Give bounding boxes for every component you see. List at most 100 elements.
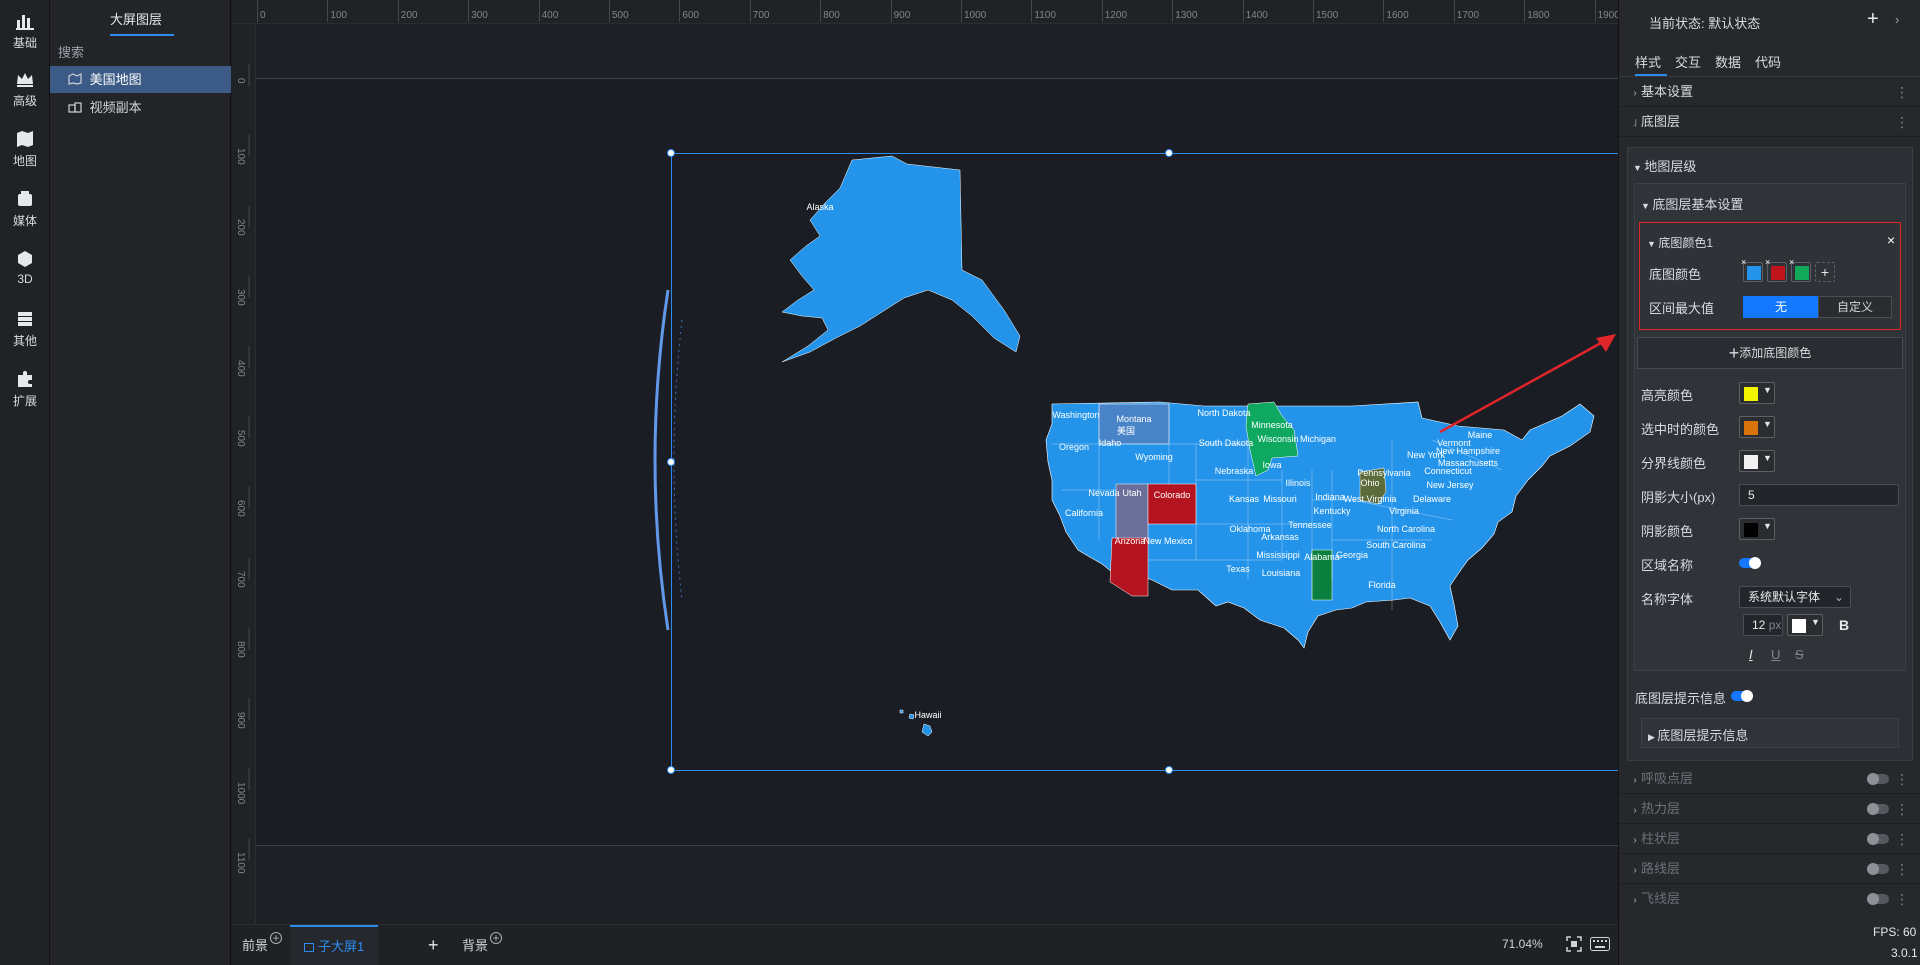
selected-color-label: 选中时的颜色: [1641, 422, 1720, 437]
section-flyline-layer[interactable]: › 飞线层 ⋮: [1619, 884, 1920, 914]
caret-down-icon: ▼: [1763, 521, 1772, 531]
selection-frame[interactable]: [667, 149, 1618, 774]
keyboard-icon[interactable]: [1590, 937, 1610, 951]
zoom-level[interactable]: 71.04%: [1502, 937, 1543, 951]
section-map-level[interactable]: ▼ 地图层级: [1633, 156, 1696, 175]
tool-label: 其他: [12, 334, 37, 348]
remove-icon[interactable]: ×: [1765, 257, 1770, 267]
layer-toggle[interactable]: [1867, 803, 1889, 815]
tool-advanced[interactable]: 高级: [0, 58, 50, 116]
resize-handle-w[interactable]: [667, 458, 675, 466]
more-vertical-icon[interactable]: ⋮: [1895, 884, 1909, 914]
section-base-basic[interactable]: ▼ 底图层基本设置: [1641, 194, 1743, 213]
section-heat-layer[interactable]: › 热力层 ⋮: [1619, 794, 1920, 824]
layer-item-us-map[interactable]: 美国地图: [50, 66, 231, 93]
ruler-tick-label: 300: [235, 289, 246, 306]
canvas-area[interactable]: 0 100 200 300 400 500 600 700 800 900 1000 1100 1200…: [232, 0, 1618, 924]
ruler-tick-label: 700: [749, 0, 770, 22]
remove-icon[interactable]: ×: [1789, 257, 1794, 267]
map-layer-icon: [68, 67, 82, 85]
tab-foreground[interactable]: 前景: [242, 925, 268, 965]
highlight-color-label: 高亮颜色: [1641, 388, 1694, 403]
font-family-select[interactable]: 系统默认字体 ⌄: [1739, 586, 1851, 608]
section-route-layer[interactable]: › 路线层 ⋮: [1619, 854, 1920, 884]
base-color-swatch-1[interactable]: ×: [1741, 257, 1763, 282]
add-base-color-button[interactable]: +添加底图颜色: [1637, 337, 1903, 369]
range-custom-option[interactable]: 自定义: [1818, 296, 1892, 318]
layer-item-label: 美国地图: [89, 72, 142, 87]
chevron-right-icon: ›: [1633, 835, 1637, 846]
shadow-size-input[interactable]: 5: [1739, 484, 1899, 506]
resize-handle-sw[interactable]: [667, 766, 675, 774]
strikethrough-button[interactable]: S: [1795, 647, 1804, 662]
screen-tab-icon: [304, 943, 314, 952]
tool-extend[interactable]: 扩展: [0, 358, 50, 416]
underline-button[interactable]: U: [1771, 647, 1780, 662]
section-base-color1[interactable]: ▼ 底图颜色1: [1647, 234, 1713, 251]
tool-other[interactable]: 其他: [0, 298, 50, 356]
section-column-layer[interactable]: › 柱状层 ⋮: [1619, 824, 1920, 854]
section-breath-point-layer[interactable]: › 呼吸点层 ⋮: [1619, 764, 1920, 794]
section-tooltip-info[interactable]: ▶ 底图层提示信息: [1641, 718, 1899, 748]
chevron-down-icon: ⌄: [1833, 590, 1844, 604]
chevron-right-icon[interactable]: ›: [1895, 12, 1899, 27]
region-name-toggle[interactable]: [1739, 557, 1761, 569]
italic-button[interactable]: I: [1749, 647, 1753, 662]
tool-3d[interactable]: 3D: [0, 238, 50, 296]
layer-toggle[interactable]: [1867, 773, 1889, 785]
tool-label: 扩展: [12, 394, 37, 408]
media-icon: [15, 190, 35, 208]
layer-toggle[interactable]: [1867, 863, 1889, 875]
remove-icon[interactable]: ×: [1741, 257, 1746, 267]
more-vertical-icon[interactable]: ⋮: [1895, 77, 1909, 107]
border-color-picker[interactable]: ▼: [1739, 450, 1775, 472]
layer-item-video-copy[interactable]: 视频副本: [50, 94, 231, 121]
ruler-tick-label: 800: [235, 641, 246, 658]
close-icon[interactable]: ×: [1887, 232, 1895, 248]
swatch-fill: [1795, 266, 1809, 280]
section-base-layer[interactable]: ˩ 底图层 ⋮: [1619, 107, 1920, 137]
current-state-label[interactable]: 当前状态: 默认状态: [1649, 13, 1760, 32]
add-screen-button[interactable]: +: [428, 925, 439, 965]
layer-toggle[interactable]: [1867, 833, 1889, 845]
range-none-option[interactable]: 无: [1743, 296, 1819, 318]
layer-panel-title[interactable]: 大屏图层: [110, 9, 162, 28]
add-background-icon[interactable]: +: [490, 932, 502, 944]
tab-interaction[interactable]: 交互: [1675, 52, 1701, 71]
tool-basic[interactable]: 基础: [0, 0, 50, 58]
tool-map[interactable]: 地图: [0, 118, 50, 176]
more-vertical-icon[interactable]: ⋮: [1895, 854, 1909, 884]
shadow-color-picker[interactable]: ▼: [1739, 518, 1775, 540]
more-vertical-icon[interactable]: ⋮: [1895, 794, 1909, 824]
more-vertical-icon[interactable]: ⋮: [1895, 824, 1909, 854]
tooltip-toggle[interactable]: [1731, 690, 1753, 702]
section-basic-settings[interactable]: › 基本设置 ⋮: [1619, 77, 1920, 107]
tab-background[interactable]: 背景: [462, 925, 488, 965]
selected-color-picker[interactable]: ▼: [1739, 416, 1775, 438]
base-color-swatch-3[interactable]: ×: [1789, 257, 1811, 282]
layer-toggle[interactable]: [1867, 893, 1889, 905]
tab-code[interactable]: 代码: [1755, 52, 1781, 71]
font-color-picker[interactable]: ▼: [1787, 614, 1823, 636]
fit-screen-icon[interactable]: [1566, 936, 1582, 952]
base-color-swatch-2[interactable]: ×: [1765, 257, 1787, 282]
more-vertical-icon[interactable]: ⋮: [1895, 107, 1909, 137]
font-size-input[interactable]: 12 px: [1743, 614, 1783, 636]
tab-sub-screen-1[interactable]: 子大屏1: [290, 925, 379, 965]
bold-button[interactable]: B: [1839, 617, 1849, 633]
highlight-color-picker[interactable]: ▼: [1739, 382, 1775, 404]
more-vertical-icon[interactable]: ⋮: [1895, 764, 1909, 794]
tool-media[interactable]: 媒体: [0, 178, 50, 236]
add-state-button[interactable]: +: [1867, 8, 1879, 31]
font-size-value: 12: [1752, 618, 1766, 632]
caret-down-icon: ▼: [1763, 385, 1772, 395]
resize-handle-s[interactable]: [1165, 766, 1173, 774]
layer-search-input[interactable]: [58, 42, 223, 62]
resize-handle-nw[interactable]: [667, 149, 675, 157]
add-foreground-icon[interactable]: +: [270, 932, 282, 944]
resize-handle-n[interactable]: [1165, 149, 1173, 157]
tab-data[interactable]: 数据: [1715, 52, 1741, 71]
add-swatch-button[interactable]: +: [1815, 262, 1835, 282]
ruler-tick-label: 600: [679, 0, 700, 22]
tab-style[interactable]: 样式: [1635, 52, 1661, 71]
